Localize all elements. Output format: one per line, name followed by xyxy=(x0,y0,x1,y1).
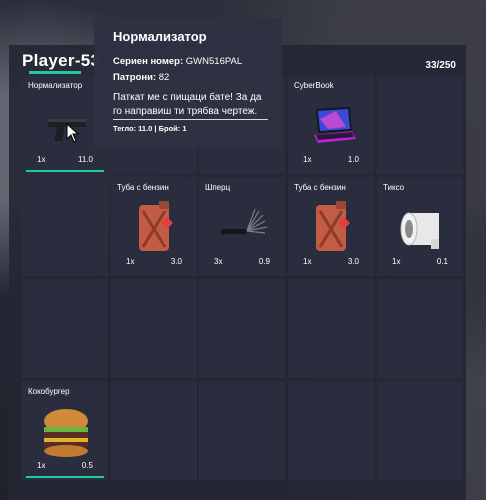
slot-label: Туба с бензин xyxy=(117,183,169,192)
inventory-slot-13[interactable] xyxy=(199,279,285,378)
inventory-slot-4[interactable]: CyberBook 1x 1.0 xyxy=(288,75,374,174)
equipped-indicator xyxy=(26,170,104,172)
slot-count: 1x xyxy=(37,461,46,470)
laptop-icon xyxy=(314,107,356,143)
inventory-slot-20[interactable] xyxy=(377,381,463,480)
inventory-slot-18[interactable] xyxy=(199,381,285,480)
slot-label: CyberBook xyxy=(294,81,334,90)
player-name: Player-53 xyxy=(22,51,101,70)
slot-weight: 3.0 xyxy=(347,257,359,266)
slot-weight: 11.0 xyxy=(78,155,93,164)
slot-weight: 0.9 xyxy=(258,257,270,266)
inventory-slot-9[interactable]: Туба с бензин 1x 3.0 xyxy=(288,177,374,276)
serial-label: Сериен номер: xyxy=(113,56,184,67)
inventory-slot-17[interactable] xyxy=(111,381,197,480)
jerrycan-icon xyxy=(316,201,350,251)
inventory-slot-14[interactable] xyxy=(288,279,374,378)
slot-label: Шперц xyxy=(205,183,231,192)
lockpick-icon xyxy=(221,208,268,234)
serial-value: GWN516PAL xyxy=(185,56,243,67)
inventory-slot-5[interactable] xyxy=(377,75,463,174)
inventory-slot-7[interactable]: Туба с бензин 1x 3.0 xyxy=(111,177,197,276)
slot-weight: 1.0 xyxy=(347,155,359,164)
item-tooltip: Нормализатор Сериен номер: GWN516PAL Пат… xyxy=(94,18,282,148)
slot-label: Тиксо xyxy=(383,183,405,192)
slot-label: Кокобургер xyxy=(28,387,70,396)
slot-weight: 0.5 xyxy=(81,461,93,470)
inventory-slot-6[interactable] xyxy=(22,177,108,276)
slot-count: 3x xyxy=(214,257,223,266)
player-underline xyxy=(29,71,81,74)
slot-count: 1x xyxy=(392,257,401,266)
slot-count: 1x xyxy=(126,257,135,266)
slot-label: Нормализатор xyxy=(28,81,83,90)
inventory-slot-15[interactable] xyxy=(377,279,463,378)
jerrycan-icon xyxy=(139,201,173,251)
inventory-slot-12[interactable] xyxy=(111,279,197,378)
inventory-slot-11[interactable] xyxy=(22,279,108,378)
tooltip-ammo: Патрони: 82 xyxy=(113,72,169,83)
burger-icon xyxy=(44,409,88,457)
tooltip-description: Паткат ме с пищаци бате! За да го направ… xyxy=(113,92,262,117)
ammo-label: Патрони: xyxy=(113,72,157,83)
tooltip-divider xyxy=(113,119,268,120)
ammo-value: 82 xyxy=(158,72,170,83)
tape-icon xyxy=(400,212,439,249)
tooltip-title: Нормализатор xyxy=(113,29,207,44)
inventory-slot-19[interactable] xyxy=(288,381,374,480)
slot-count: 1x xyxy=(303,257,312,266)
slot-count: 1x xyxy=(37,155,46,164)
mouse-cursor-icon xyxy=(66,123,80,143)
tooltip-footer: Тегло: 11.0 | Брой: 1 xyxy=(113,124,187,133)
slot-weight: 0.1 xyxy=(436,257,448,266)
slot-weight: 3.0 xyxy=(170,257,182,266)
inventory-slot-10[interactable]: Тиксо 1x 0.1 xyxy=(377,177,463,276)
inventory-slot-16[interactable]: Кокобургер 1x 0.5 xyxy=(22,381,108,480)
inventory-capacity: 33/250 xyxy=(425,60,456,71)
equipped-indicator xyxy=(26,476,104,478)
tooltip-serial: Сериен номер: GWN516PAL xyxy=(113,56,242,67)
slot-label: Туба с бензин xyxy=(294,183,346,192)
slot-count: 1x xyxy=(303,155,312,164)
inventory-slot-8[interactable]: Шперц 3x 0.9 xyxy=(199,177,285,276)
